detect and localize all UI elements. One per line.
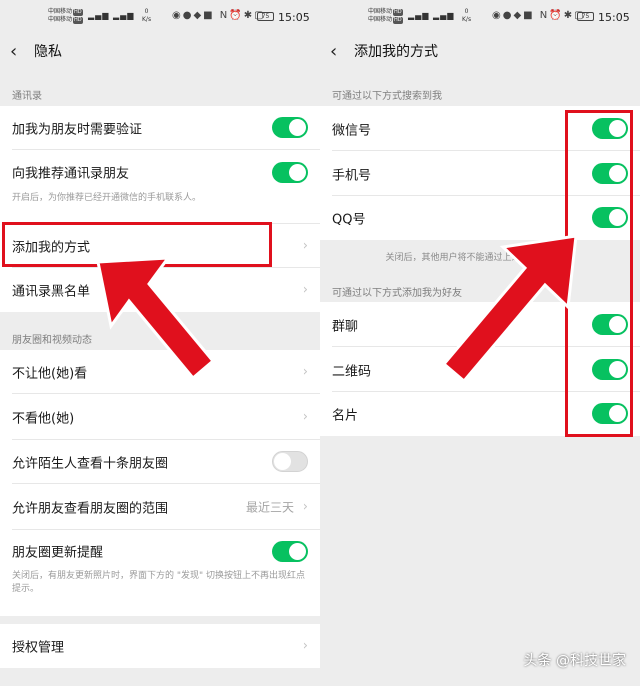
privacy-screen: 中国移动 HD 中国移动 HD ▂▄▆ ▂▄▆ 0 K/s ◉●◆■ N⏰✱▢ 75 … [0,0,320,686]
pointer-arrow-icon [441,234,578,384]
pointer-arrow-icon [96,256,216,381]
watermark: 头条 @科技世家 [523,653,626,669]
add-methods-screen: 中国移动 HD 中国移动 HD ▂▄▆ ▂▄▆ 0 K/s ◉●◆■ N⏰✱▢ 75 … [320,0,640,686]
